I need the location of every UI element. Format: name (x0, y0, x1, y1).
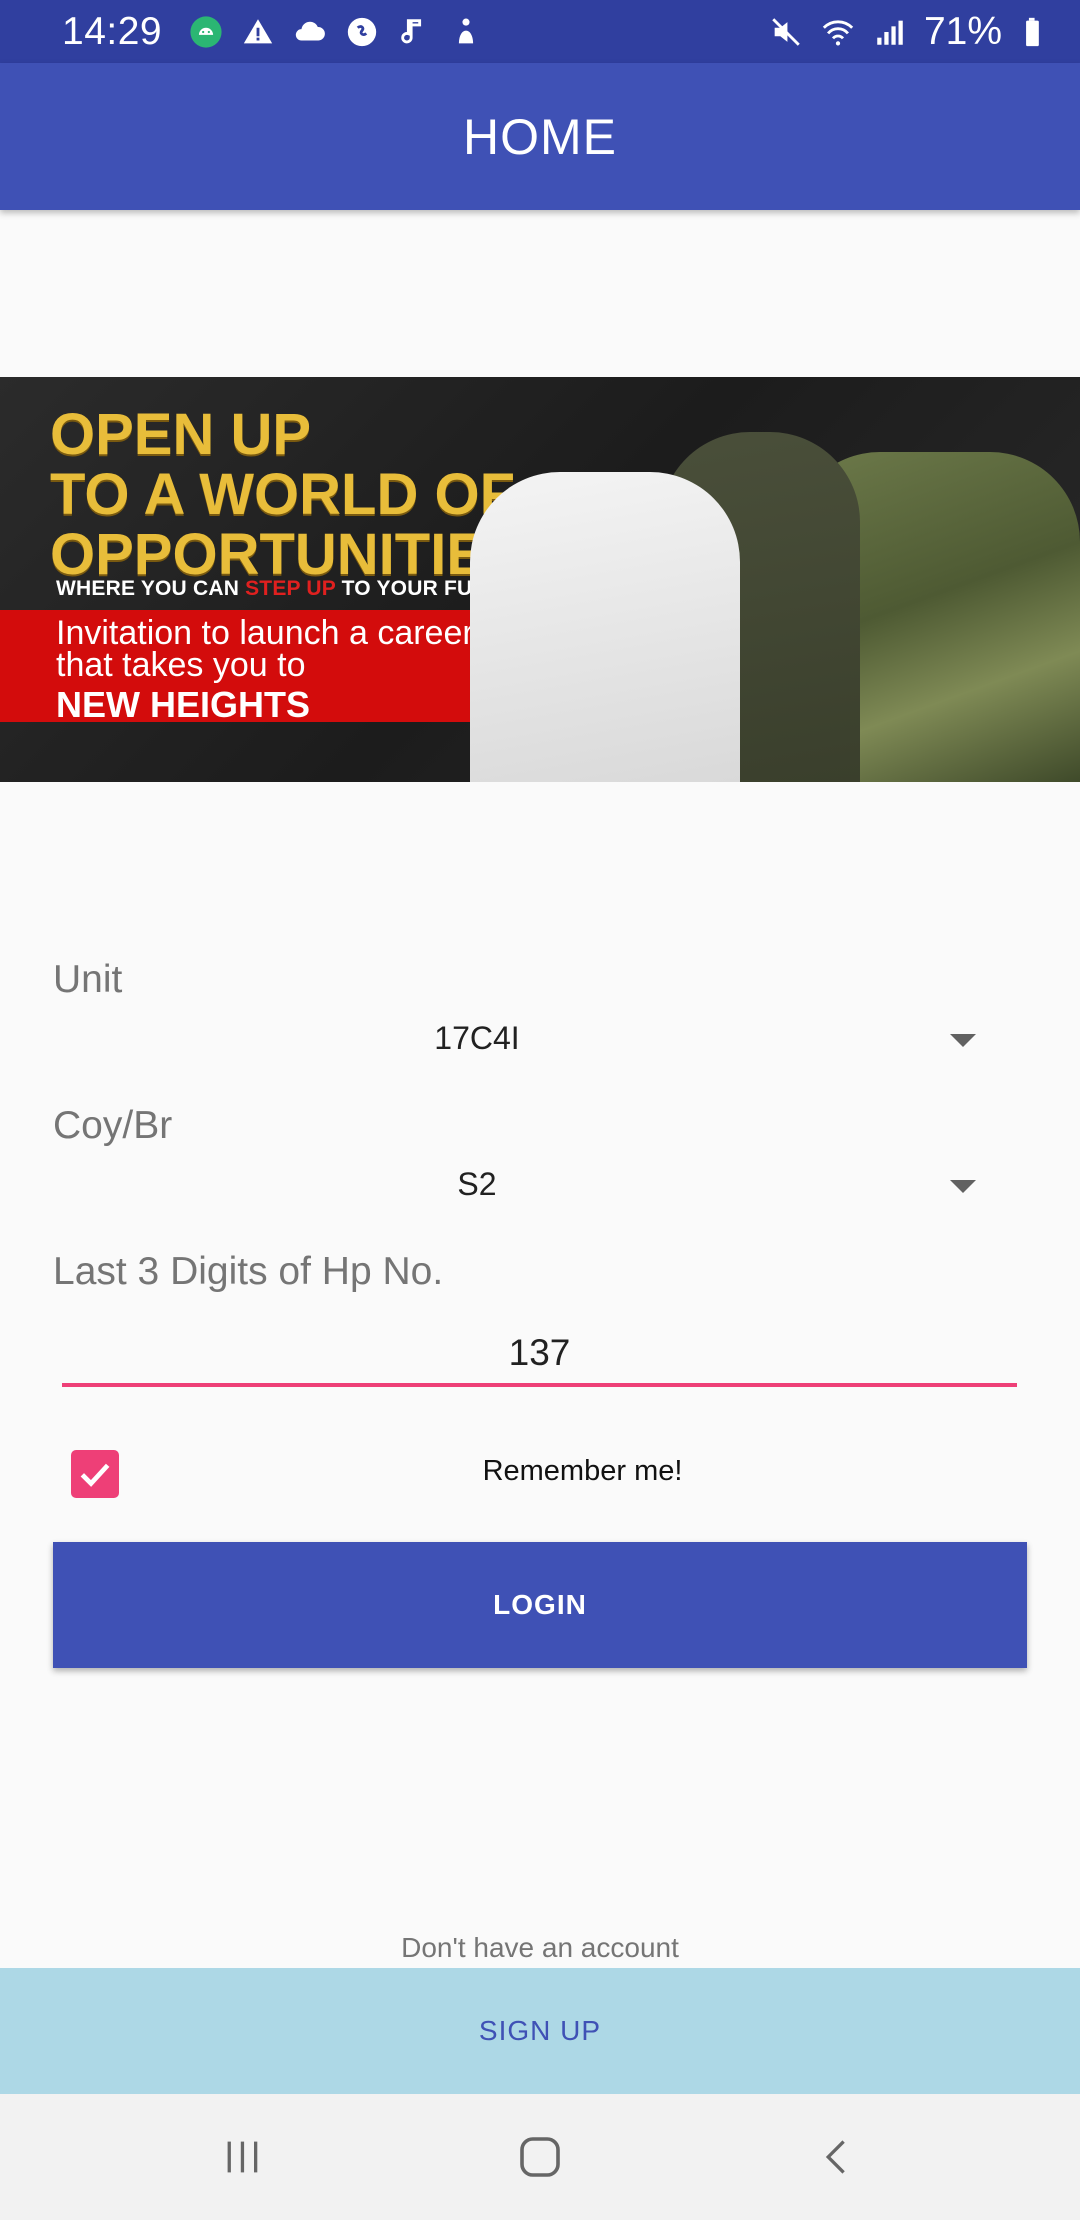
remember-checkbox[interactable] (71, 1450, 119, 1498)
music-note-icon (396, 14, 432, 50)
battery-percent: 71% (923, 9, 1002, 53)
status-bar: 14:29 71% (0, 0, 1080, 63)
system-nav-bar (0, 2094, 1080, 2220)
login-button[interactable]: LOGIN (53, 1542, 1027, 1668)
back-icon (825, 2140, 845, 2174)
signup-button[interactable]: SIGN UP (0, 1968, 1080, 2094)
android-icon (188, 14, 224, 50)
accessibility-icon (448, 14, 484, 50)
coy-value: S2 (457, 1166, 497, 1202)
soldier-figure-white (470, 472, 740, 782)
recruitment-banner: OPEN UP TO A WORLD OF OPPORTUNITIES WHER… (0, 377, 1080, 782)
home-icon (520, 2137, 560, 2177)
unit-dropdown[interactable]: 17C4I (53, 1010, 1033, 1070)
app-bar: HOME (0, 63, 1080, 210)
recent-apps-button[interactable] (203, 2117, 283, 2197)
coy-dropdown[interactable]: S2 (53, 1156, 1033, 1216)
banner-invitation: Invitation to launch a career that takes… (56, 614, 474, 684)
banner-new-heights: NEW HEIGHTS (56, 684, 311, 725)
status-time: 14:29 (62, 9, 163, 53)
home-button[interactable] (500, 2117, 580, 2197)
remember-label: Remember me! (482, 1455, 683, 1487)
wifi-icon (820, 14, 856, 50)
hp-digits-input[interactable] (62, 1322, 1017, 1387)
recent-apps-icon (227, 2141, 258, 2173)
no-account-text: Don't have an account (401, 1932, 679, 1963)
banner-sub-highlight: STEP UP (245, 577, 336, 600)
coy-label: Coy/Br (53, 1104, 173, 1147)
banner-headline: OPEN UP TO A WORLD OF OPPORTUNITIES (50, 402, 524, 587)
battery-icon (1018, 14, 1054, 50)
hp-label: Last 3 Digits of Hp No. (53, 1250, 444, 1293)
unit-value: 17C4I (434, 1020, 520, 1056)
mute-icon (768, 14, 804, 50)
shazam-icon (344, 14, 380, 50)
back-button[interactable] (797, 2117, 877, 2197)
warning-icon (240, 14, 276, 50)
signal-icon (872, 14, 908, 50)
cloud-sync-icon (292, 14, 328, 50)
dropdown-arrow-icon (950, 1180, 976, 1193)
dropdown-arrow-icon (950, 1034, 976, 1047)
check-icon (80, 1463, 110, 1487)
banner-sub-prefix: WHERE YOU CAN (56, 577, 246, 600)
page-title: HOME (463, 108, 617, 165)
unit-label: Unit (53, 958, 123, 1001)
